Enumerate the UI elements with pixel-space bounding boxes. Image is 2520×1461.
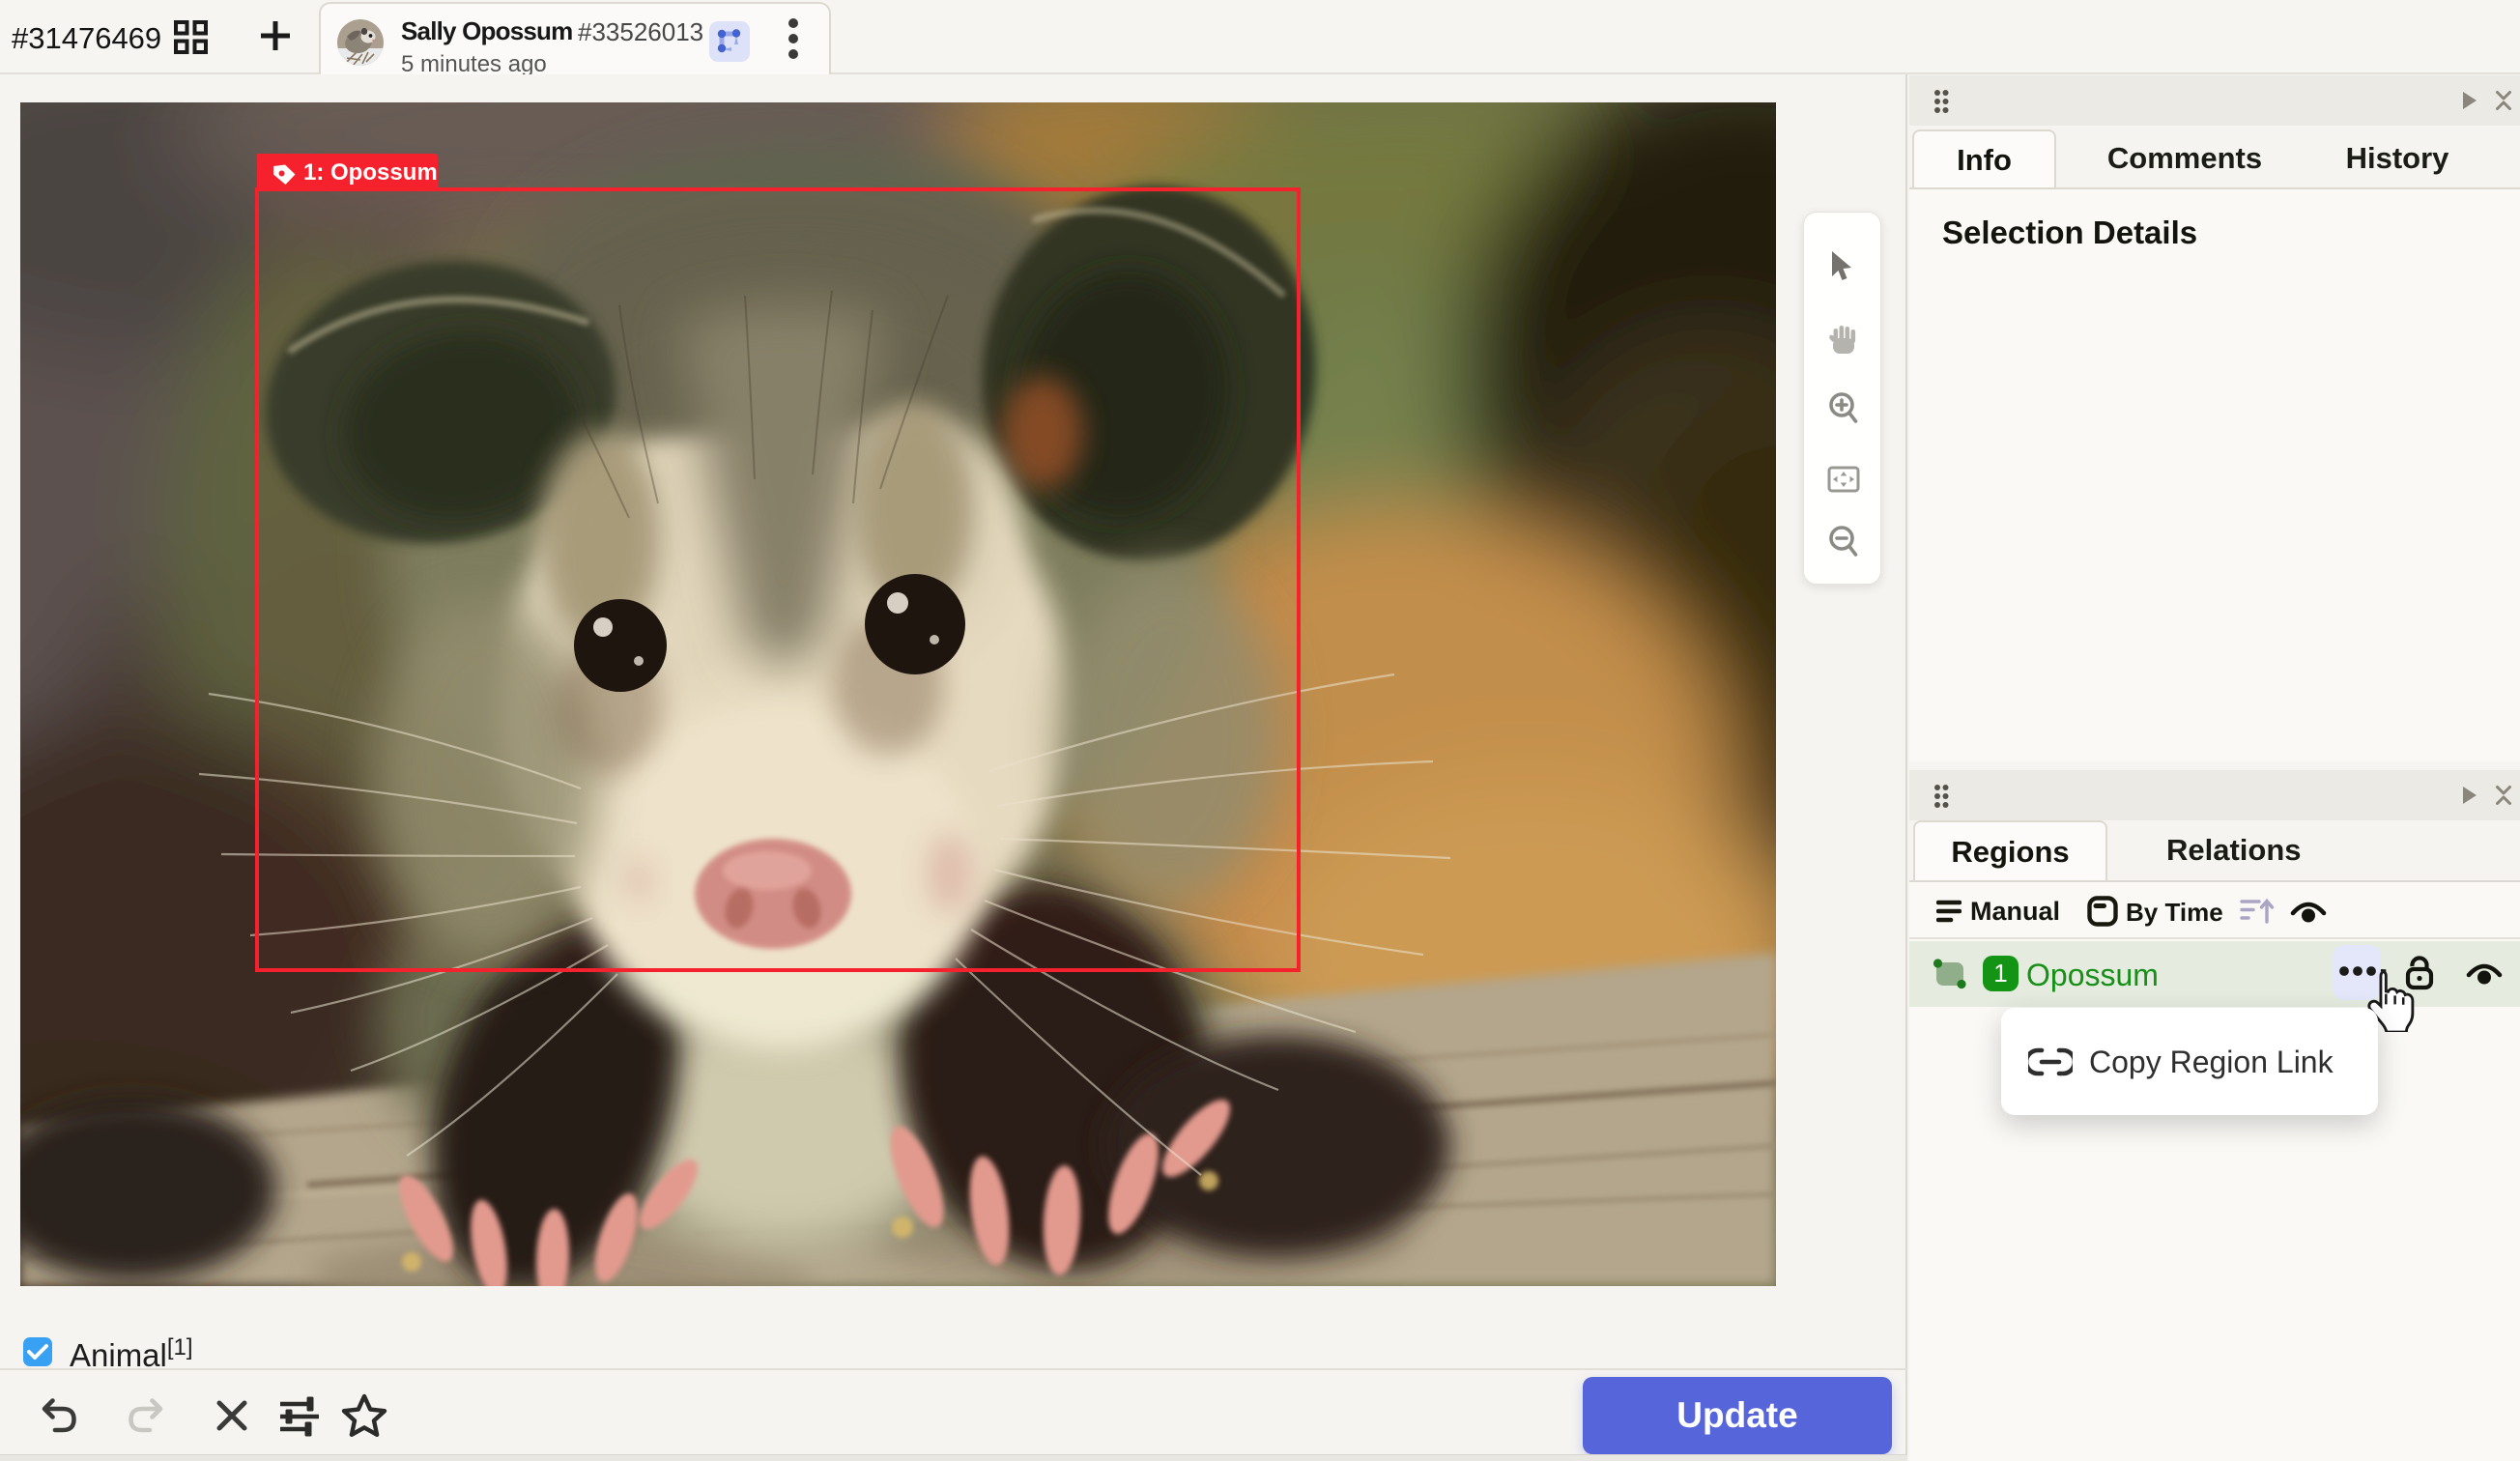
svg-text:1: Opossum: 1: Opossum [303,159,438,186]
